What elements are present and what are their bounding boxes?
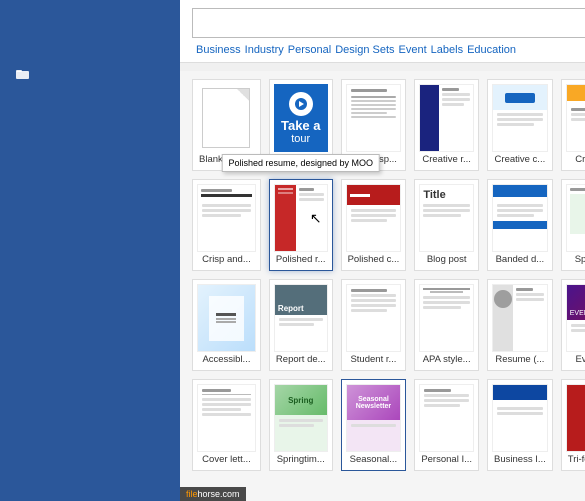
- template-creative2[interactable]: Creative c...: [487, 79, 553, 171]
- template-blog[interactable]: Title Blog post: [414, 179, 479, 271]
- template-event-label: Event me...: [566, 352, 585, 366]
- suggested-labels[interactable]: Labels: [431, 44, 463, 56]
- main-panel: Business Industry Personal Design Sets E…: [180, 0, 585, 501]
- template-resume[interactable]: Resume (...: [487, 279, 553, 371]
- template-spring[interactable]: Spring Springtim...: [269, 379, 333, 471]
- template-personal-label: Personal I...: [419, 452, 474, 466]
- template-event-thumb: EVENT: [566, 284, 585, 352]
- search-section: Business Industry Personal Design Sets E…: [180, 0, 585, 63]
- template-tour-thumb: Take a tour: [274, 84, 328, 152]
- content-area: Business Industry Personal Design Sets E…: [180, 0, 585, 501]
- template-apa-thumb: [419, 284, 474, 352]
- search-input[interactable]: [193, 12, 585, 34]
- sidebar-description: [0, 44, 180, 60]
- template-creative2-thumb: [492, 84, 548, 152]
- folder-icon: [16, 68, 30, 82]
- template-event[interactable]: EVENT Event me...: [561, 279, 585, 371]
- template-spring-thumb: Spring: [274, 384, 328, 452]
- template-blog-label: Blog post: [419, 252, 474, 266]
- suggested-industry[interactable]: Industry: [245, 44, 284, 56]
- template-accessible-label: Accessibl...: [197, 352, 256, 366]
- template-resume-thumb: [492, 284, 548, 352]
- template-spec-label: Spec desi...: [566, 252, 585, 266]
- suggested-business[interactable]: Business: [196, 44, 241, 56]
- suggested-design-sets[interactable]: Design Sets: [335, 44, 394, 56]
- template-seasonal-thumb: SeasonalNewsletter: [346, 384, 402, 452]
- template-apa-label: APA style...: [419, 352, 474, 366]
- template-report-label: Report de...: [274, 352, 328, 366]
- template-cover-label: Cover lett...: [197, 452, 256, 466]
- template-crisp1[interactable]: Crisp and...: [561, 79, 585, 171]
- template-personal-thumb: [419, 384, 474, 452]
- template-spec-thumb: [566, 184, 585, 252]
- template-seasonal-label: Seasonal...: [346, 452, 402, 466]
- tooltip: Polished resume, designed by MOO: [221, 154, 380, 172]
- template-business-thumb: [492, 384, 548, 452]
- signin-banner: [180, 63, 585, 71]
- template-accessible[interactable]: Accessibl...: [192, 279, 261, 371]
- template-trifold-label: Tri-fold broch...: [566, 452, 585, 466]
- suggested-personal[interactable]: Personal: [288, 44, 331, 56]
- template-trifold-thumb: [566, 384, 585, 452]
- templates-area: Blank docu... Take a tour Welcome...: [180, 71, 585, 501]
- template-student[interactable]: Student r...: [341, 279, 407, 371]
- search-row: [192, 8, 585, 38]
- template-cover[interactable]: Cover lett...: [192, 379, 261, 471]
- template-student-label: Student r...: [346, 352, 402, 366]
- template-seasonal[interactable]: SeasonalNewsletter Seasonal...: [341, 379, 407, 471]
- template-polished2-thumb: [346, 184, 402, 252]
- watermark: filehorse.com: [180, 487, 246, 501]
- template-polished1-thumb: [274, 184, 328, 252]
- template-crisp2-label: Crisp and...: [197, 252, 256, 266]
- templates-grid: Blank docu... Take a tour Welcome...: [192, 79, 585, 471]
- template-crisp1-thumb: [566, 84, 585, 152]
- suggested-event[interactable]: Event: [399, 44, 427, 56]
- template-polished2-label: Polished c...: [346, 252, 402, 266]
- template-accessible-thumb: [197, 284, 256, 352]
- template-crisp1-label: Crisp and...: [566, 152, 585, 166]
- open-documents-button[interactable]: [0, 60, 180, 90]
- template-blank-thumb: [197, 84, 256, 152]
- template-creative1[interactable]: Creative r...: [414, 79, 479, 171]
- template-polished2[interactable]: Polished c...: [341, 179, 407, 271]
- template-cover-thumb: [197, 384, 256, 452]
- template-blog-thumb: Title: [419, 184, 474, 252]
- template-apa[interactable]: APA style...: [414, 279, 479, 371]
- template-student-thumb: [346, 284, 402, 352]
- template-resume-label: Resume (...: [492, 352, 548, 366]
- template-polished1-label: Polished r...: [274, 252, 328, 266]
- template-creative2-label: Creative c...: [492, 152, 548, 166]
- template-report-thumb: Report: [274, 284, 328, 352]
- template-personal[interactable]: Personal I...: [414, 379, 479, 471]
- sidebar: [0, 0, 180, 501]
- template-report[interactable]: Report Report de...: [269, 279, 333, 371]
- template-spring-label: Springtim...: [274, 452, 328, 466]
- template-banded[interactable]: Banded d...: [487, 179, 553, 271]
- template-trifold[interactable]: Tri-fold broch...: [561, 379, 585, 471]
- template-polished1[interactable]: Polished resume, designed by MOO: [269, 179, 333, 271]
- suggested-education[interactable]: Education: [467, 44, 516, 56]
- section-title: [0, 28, 180, 44]
- app-title: [0, 16, 180, 28]
- template-crisp2[interactable]: Crisp and...: [192, 179, 261, 271]
- template-creative1-label: Creative r...: [419, 152, 474, 166]
- template-business-label: Business I...: [492, 452, 548, 466]
- template-business[interactable]: Business I...: [487, 379, 553, 471]
- template-creative1-thumb: [419, 84, 474, 152]
- template-single-thumb: [346, 84, 402, 152]
- template-crisp2-thumb: [197, 184, 256, 252]
- template-spec[interactable]: Spec desi...: [561, 179, 585, 271]
- suggested-searches: Business Industry Personal Design Sets E…: [192, 44, 585, 62]
- template-banded-thumb: [492, 184, 548, 252]
- template-banded-label: Banded d...: [492, 252, 548, 266]
